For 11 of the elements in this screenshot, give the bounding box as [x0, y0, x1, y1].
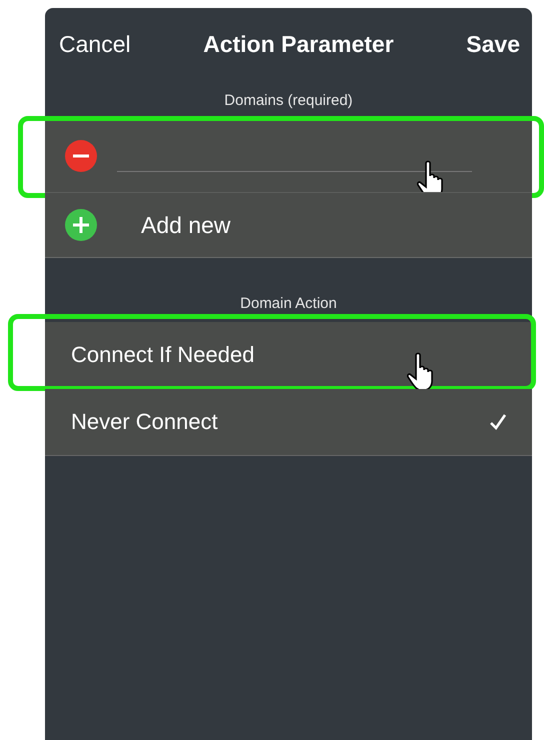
checkmark-icon — [488, 412, 508, 432]
add-new-link[interactable]: Add new — [141, 212, 231, 238]
screen-title: Action Parameter — [203, 30, 394, 58]
add-icon[interactable] — [65, 209, 97, 241]
cancel-button[interactable]: Cancel — [59, 30, 131, 58]
option-row[interactable]: Connect If Needed — [45, 322, 532, 389]
remove-icon[interactable] — [65, 140, 97, 172]
option-row[interactable]: Never Connect — [45, 389, 532, 456]
section-header: Domains (required) — [224, 92, 353, 108]
save-button[interactable]: Save — [466, 30, 520, 58]
section-header: Domain Action — [240, 295, 337, 312]
